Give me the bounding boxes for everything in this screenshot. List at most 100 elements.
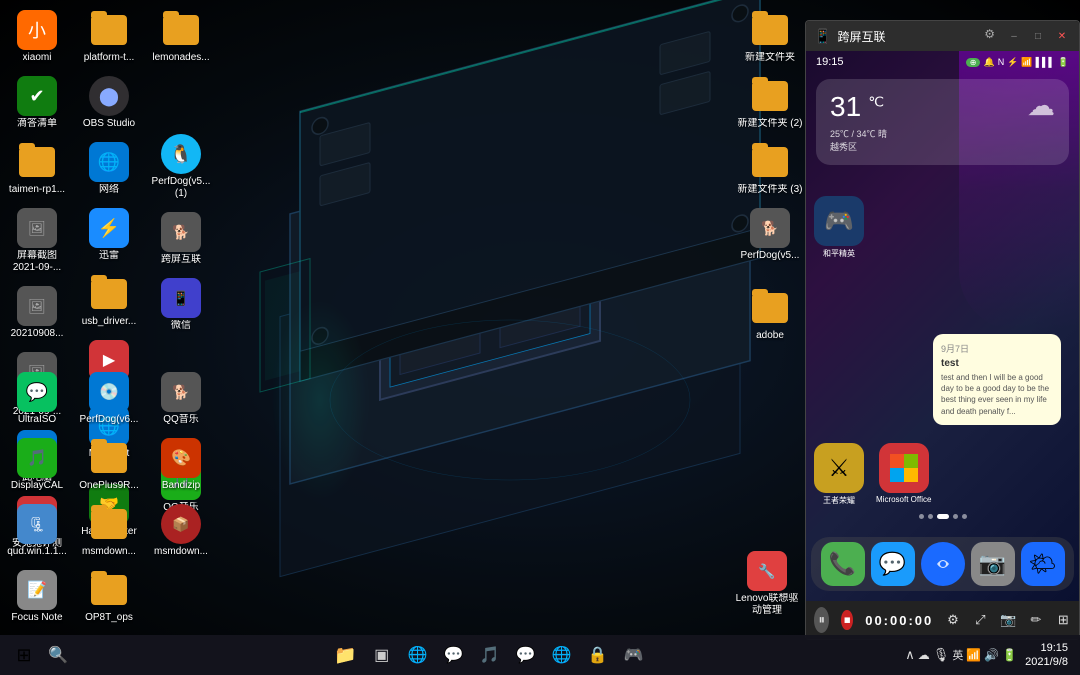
icon-screenshot1[interactable]: 🖼 屏幕截图 2021-09-...: [2, 204, 72, 278]
icon-usbdriver[interactable]: usb_driver...: [74, 270, 144, 332]
pause-button[interactable]: ⏸: [814, 607, 829, 633]
stop-button[interactable]: ⏹: [841, 610, 853, 630]
tray-volume[interactable]: 🔊: [984, 648, 999, 662]
icon-adobe[interactable]: adobe: [735, 284, 805, 346]
minimize-button[interactable]: –: [1005, 27, 1023, 45]
taskbar-browser[interactable]: 🌐: [402, 639, 434, 671]
icon-bandizip[interactable]: 🗜 qud.win.1.1...: [2, 500, 72, 562]
tray-battery[interactable]: 🔋: [1002, 648, 1017, 662]
clock-time: 19:15: [1025, 641, 1068, 655]
phone-mirror-window: 📱 跨屏互联 ⚙ – □ ✕ 19:15 ⊕ 🔔 N ⚡ 📶: [805, 20, 1080, 640]
draw-button[interactable]: ✏: [1028, 607, 1043, 633]
phone-call-icon[interactable]: 📞: [821, 542, 865, 586]
tray-chevron[interactable]: ∧: [905, 647, 915, 663]
icon-ultraiso[interactable]: 💿 PerfDog(v6...: [74, 368, 144, 430]
wifi-icon-phone: 📶: [1021, 57, 1032, 68]
icon-newfile1[interactable]: 新建文件夹: [735, 6, 805, 68]
camera-icon[interactable]: 📷: [971, 542, 1015, 586]
taskbar-game[interactable]: 🎮: [618, 639, 650, 671]
more-button[interactable]: ⊞: [1056, 607, 1071, 633]
close-button[interactable]: ✕: [1053, 27, 1071, 45]
icon-perfdog-v6[interactable]: 🐕 QQ音乐: [146, 368, 216, 430]
taskbar-apps: 📁 ▣ 🌐 💬 🎵 💬 🌐 🔒 🎮: [74, 639, 905, 671]
icon-op8tops[interactable]: OP8T_ops: [74, 566, 144, 628]
icon-screenshot2[interactable]: 🖼 20210908...: [2, 282, 72, 344]
phone-screen: 19:15 ⊕ 🔔 N ⚡ 📶 ▌▌▌ 🔋 31 ℃: [806, 51, 1079, 601]
taskbar-chat[interactable]: 💬: [438, 639, 470, 671]
dot-4: [953, 514, 958, 519]
icon-qqmusic-bottom[interactable]: 🎵 DisplayCAL: [2, 434, 72, 496]
peace-elite-icon[interactable]: 🎮: [814, 196, 864, 246]
maximize-button[interactable]: □: [1029, 27, 1047, 45]
temperature-display: 31 ℃: [830, 91, 884, 123]
icon-lenovo[interactable]: 🔧 Lenovo联想驱动管理: [732, 547, 802, 621]
windows-logo-icon: ⊞: [16, 645, 31, 666]
tray-mic[interactable]: 🎙: [933, 647, 950, 663]
icon-newfile3[interactable]: 新建文件夹 (3): [735, 138, 805, 200]
desktop-icons-right-area: 新建文件夹 新建文件夹 (2) 新建文件夹 (3) 🐕 PerfDog(v5..…: [733, 0, 805, 272]
search-button[interactable]: 🔍: [44, 641, 72, 669]
weather-dock-icon[interactable]: 🌤: [1021, 542, 1065, 586]
icon-xiaomi[interactable]: 小 xiaomi: [2, 6, 72, 68]
taskbar: ⊞ 🔍 📁 ▣ 🌐 💬 🎵 💬 🌐 🔒 🎮 ∧ ☁ 🎙 英 📶 🔊: [0, 635, 1080, 675]
taskbar-edge[interactable]: 🌐: [546, 639, 578, 671]
tray-wifi[interactable]: 📶: [966, 648, 981, 662]
start-button[interactable]: ⊞: [8, 639, 40, 671]
phone-controls-bar: ⏸ ⏹ 00:00:00 ⚙ ⤢ 📷 ✏ ⊞: [806, 601, 1079, 639]
icon-oneplus[interactable]: OnePlus9R...: [74, 434, 144, 496]
search-icon: 🔍: [48, 645, 68, 665]
icon-newfile2[interactable]: 新建文件夹 (2): [735, 72, 805, 134]
icon-platform[interactable]: platform-t...: [74, 6, 144, 68]
gpu-illustration: [230, 0, 790, 640]
icon-network[interactable]: 🌐 网络: [74, 138, 144, 200]
tray-lang[interactable]: 英: [952, 647, 963, 663]
wangzhe-icon[interactable]: ⚔: [814, 443, 864, 493]
icon-xunlei[interactable]: ⚡ 迅雷: [74, 204, 144, 266]
icon-lemonade[interactable]: lemonades...: [146, 6, 216, 68]
taskbar-lock[interactable]: 🔒: [582, 639, 614, 671]
dot-5: [962, 514, 967, 519]
icon-obs[interactable]: ⬤ OBS Studio: [74, 72, 144, 134]
browser-icon[interactable]: [921, 542, 965, 586]
taskbar-wechat[interactable]: 💬: [510, 639, 542, 671]
icon-qudwin[interactable]: msmdown...: [74, 500, 144, 562]
fullscreen-button[interactable]: ⤢: [973, 607, 988, 633]
icon-focusnote[interactable]: 📝 Focus Note: [2, 566, 72, 628]
note-date: 9月7日: [941, 342, 1053, 355]
desktop-icons-right-lower: adobe: [733, 280, 805, 350]
msoffice-icon[interactable]: [879, 443, 929, 493]
icon-displaycal[interactable]: 🎨 Bandizip: [146, 434, 216, 496]
window-controls: ⚙ – □ ✕: [984, 27, 1071, 45]
icon-tencent-qq[interactable]: 🐧 PerfDog(v5... (1): [146, 130, 216, 204]
wangzhe-app: ⚔ 王者荣耀: [814, 443, 864, 506]
msoffice-app: Microsoft Office: [876, 443, 931, 506]
icon-msm[interactable]: 📦 msmdown...: [146, 500, 216, 562]
icon-taimen[interactable]: taimen-rp1...: [2, 138, 72, 200]
weather-temp: 31 ℃: [830, 92, 884, 122]
icon-perfdog-right[interactable]: 🐕 PerfDog(v5...: [735, 204, 805, 266]
phone-weather-widget[interactable]: 31 ℃ ☁ 25℃ / 34℃ 晴 越秀区: [816, 79, 1069, 165]
phone-apps-bottom-row: ⚔ 王者荣耀 Microsoft Office: [814, 443, 1069, 506]
taskbar-music[interactable]: 🎵: [474, 639, 506, 671]
taskbar-task-view[interactable]: ▣: [366, 639, 398, 671]
phone-time: 19:15: [816, 56, 844, 68]
desktop: 小 xiaomi ✔ 滴答清单 taimen-rp1... 🖼 屏幕截图 202…: [0, 0, 1080, 675]
messages-icon[interactable]: 💬: [871, 542, 915, 586]
battery-icon-phone: 🔋: [1058, 57, 1069, 68]
tray-cloud[interactable]: ☁: [918, 648, 930, 662]
system-clock[interactable]: 19:15 2021/9/8: [1021, 641, 1072, 670]
taskbar-file-explorer[interactable]: 📁: [330, 639, 362, 671]
screenshot-button[interactable]: 📷: [1000, 607, 1016, 633]
icon-wechat[interactable]: 💬 UltraISO: [2, 368, 72, 430]
bottom-col2: 💿 PerfDog(v6... OnePlus9R... msmdown... …: [72, 366, 144, 630]
settings-icon[interactable]: ⚙: [984, 27, 995, 45]
weather-cloud-icon: ☁: [1027, 89, 1055, 122]
icon-crossscreen[interactable]: 📱 微信: [146, 274, 216, 336]
taskbar-right-area: ∧ ☁ 🎙 英 📶 🔊 🔋 19:15 2021/9/8: [905, 641, 1072, 670]
icon-perfdog-v5-1[interactable]: 🐕 跨屏互联: [146, 208, 216, 270]
record-settings-button[interactable]: ⚙: [945, 607, 960, 633]
note-card[interactable]: 9月7日 test test and then I will be a good…: [933, 334, 1061, 425]
icon-dida[interactable]: ✔ 滴答清单: [2, 72, 72, 134]
mid-content-row: 🎮 和平精英 9月7日 test test and then I will be…: [814, 196, 1071, 287]
phone-window-icon: 📱: [814, 28, 831, 45]
